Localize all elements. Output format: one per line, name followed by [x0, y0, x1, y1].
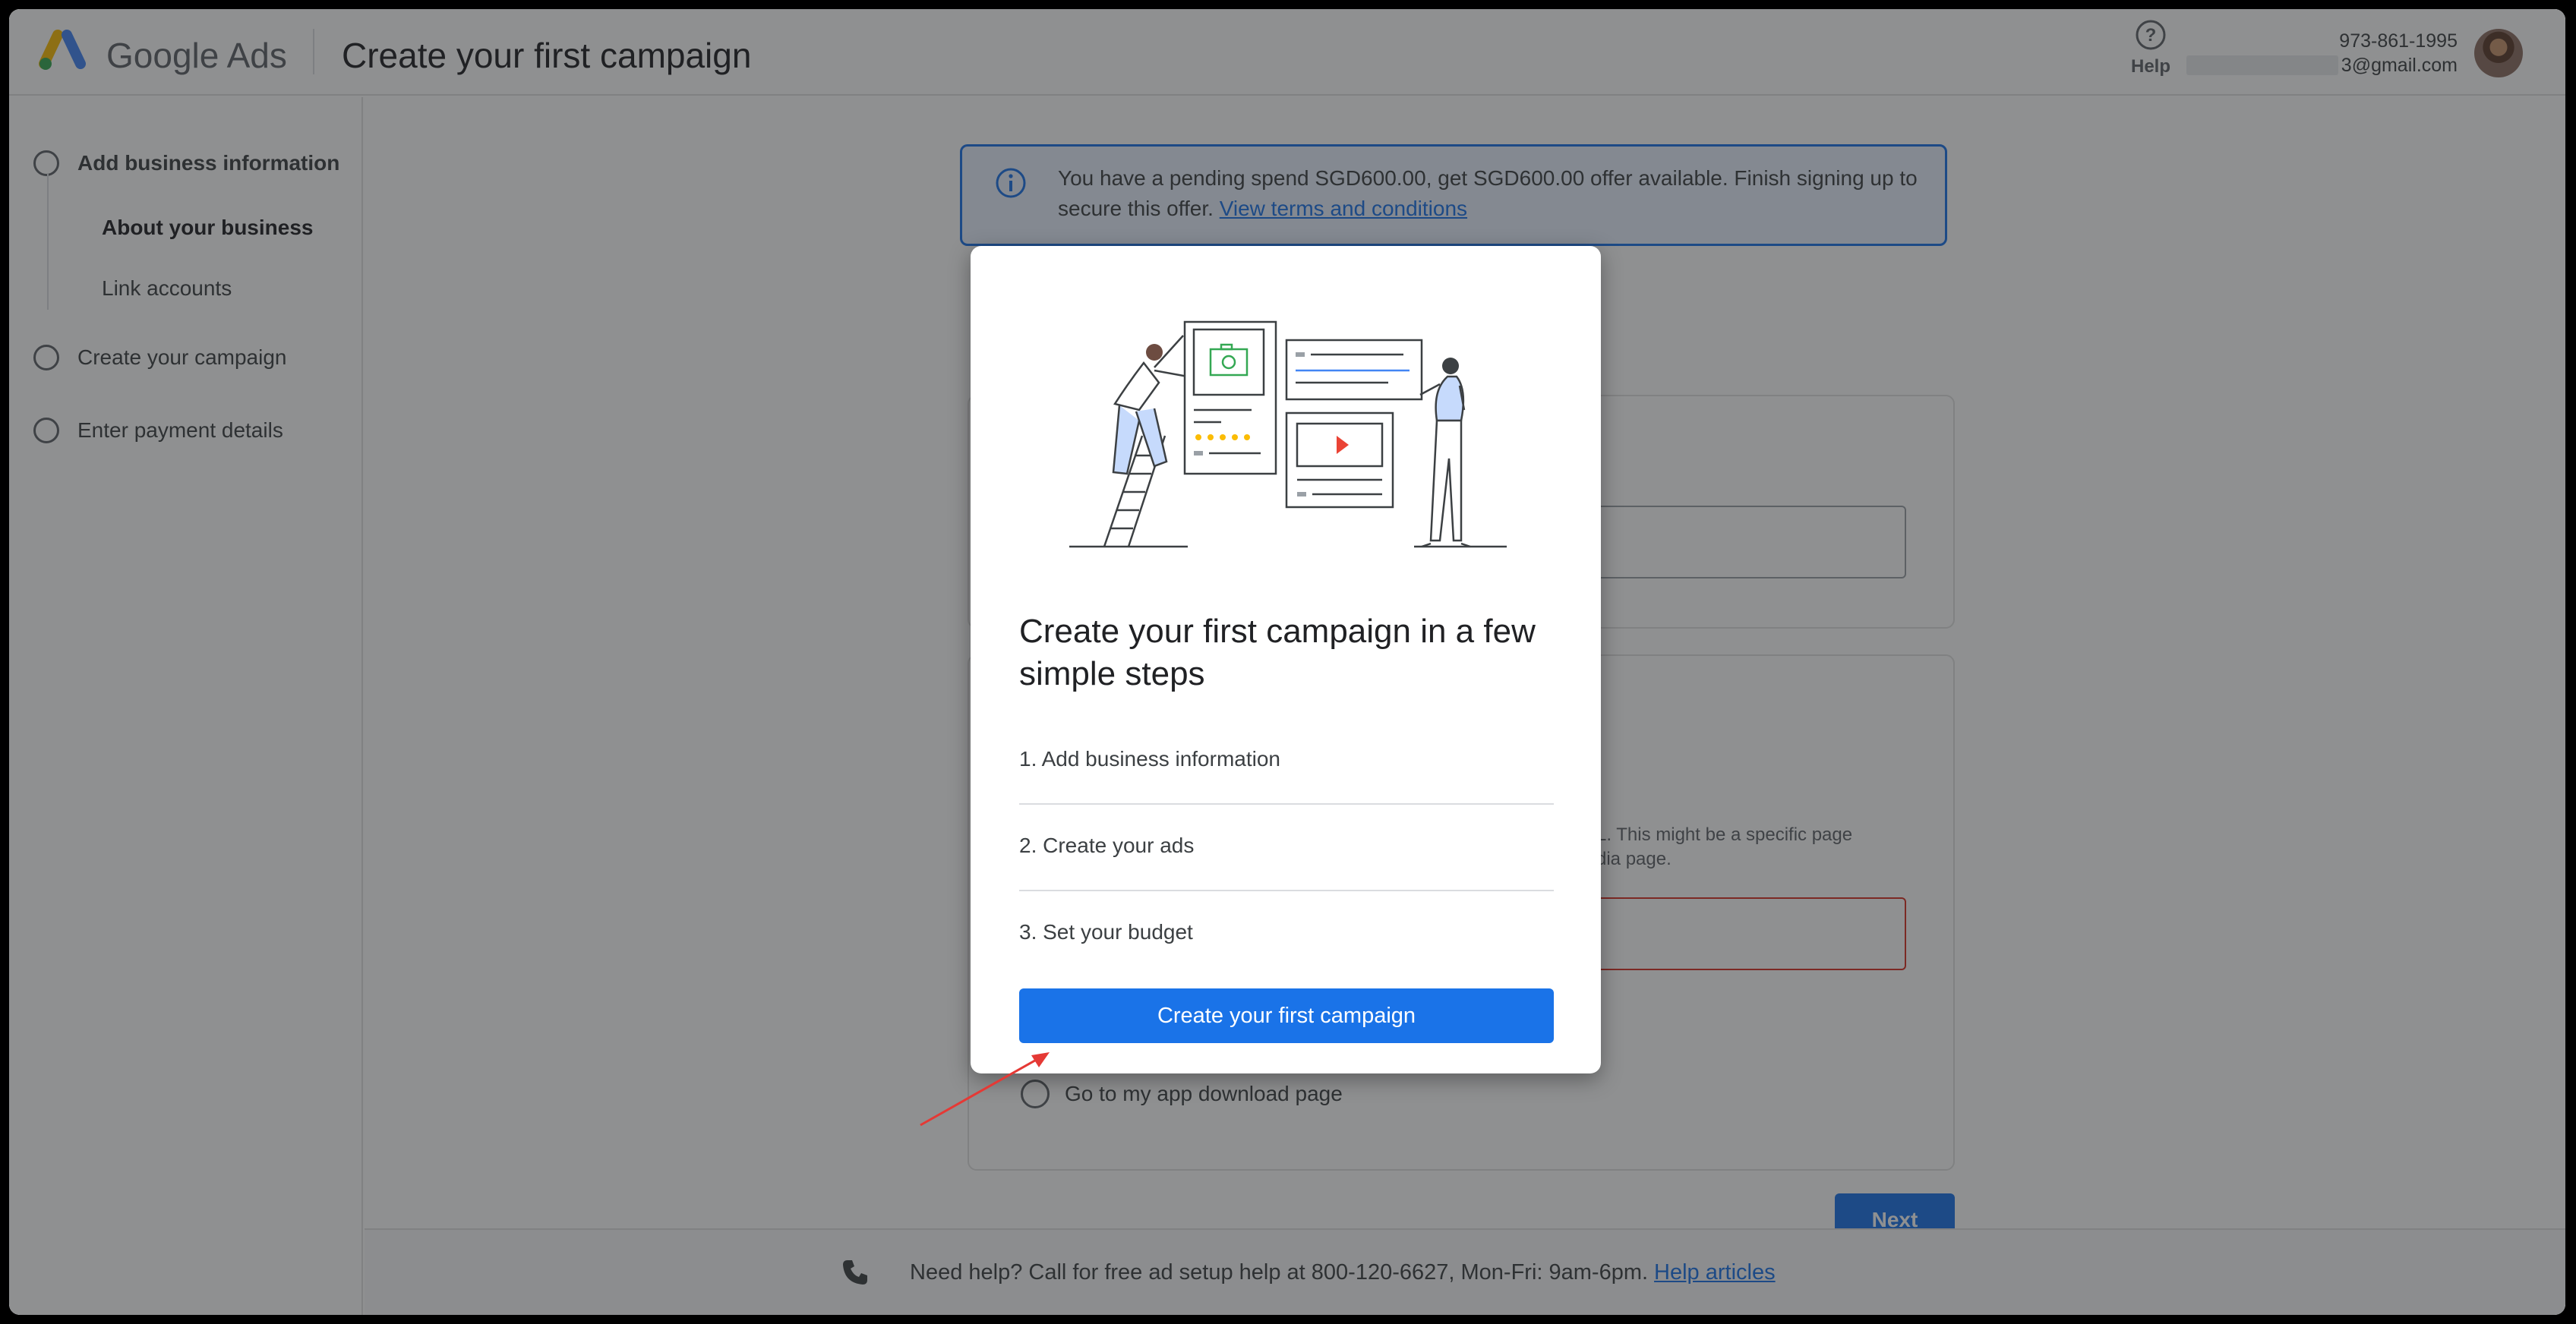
annotation-arrow-icon	[920, 1052, 1050, 1127]
people-building-ads-illustration	[1069, 320, 1507, 548]
create-campaign-dialog: Create your first campaign in a few simp…	[971, 246, 1601, 1073]
browser-window: Google Ads Create your first campaign ? …	[9, 9, 2565, 1315]
dialog-divider	[1019, 803, 1554, 805]
dialog-step-2: 2. Create your ads	[1019, 834, 1195, 857]
create-first-campaign-button[interactable]: Create your first campaign	[1019, 988, 1554, 1043]
dialog-step-1: 1. Add business information	[1019, 747, 1280, 771]
dialog-step-3: 3. Set your budget	[1019, 920, 1193, 944]
dialog-divider	[1019, 890, 1554, 891]
dialog-title: Create your first campaign in a few simp…	[1019, 613, 1536, 692]
